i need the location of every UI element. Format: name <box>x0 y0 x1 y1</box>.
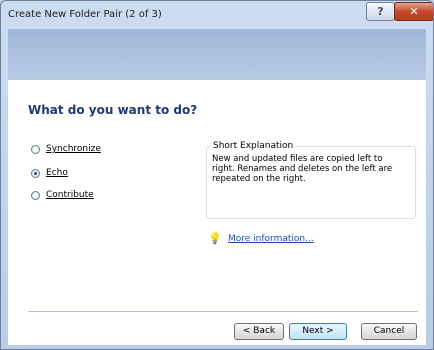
explanation-text: New and updated files are copied left to… <box>212 154 412 184</box>
header-banner <box>8 29 426 80</box>
radio-button-icon[interactable] <box>31 144 40 154</box>
radio-label-echo: Echo <box>46 168 68 178</box>
radio-button-icon[interactable] <box>31 190 40 200</box>
radio-contribute[interactable]: Contribute <box>31 188 94 202</box>
window-title: Create New Folder Pair (2 of 3) <box>8 9 162 20</box>
radio-button-checked-icon[interactable] <box>31 168 40 178</box>
lightbulb-icon: 💡 <box>208 232 222 245</box>
radio-label-synchronize: Synchronize <box>46 144 101 154</box>
footer-divider <box>28 311 418 313</box>
help-button[interactable]: ? <box>366 2 395 21</box>
explanation-line: right. Renames and deletes on the left a… <box>212 164 393 174</box>
group-title: Short Explanation <box>211 141 296 151</box>
radio-echo[interactable]: Echo <box>31 166 68 180</box>
close-button[interactable]: ✕ <box>394 2 433 21</box>
dialog-client-area: What do you want to do? Synchronize Echo… <box>8 29 426 345</box>
explanation-line: New and updated files are copied left to <box>212 154 383 164</box>
title-bar[interactable]: Create New Folder Pair (2 of 3) ? ✕ <box>1 1 433 29</box>
radio-label-contribute: Contribute <box>46 190 94 200</box>
dialog-window: Create New Folder Pair (2 of 3) ? ✕ What… <box>0 0 434 350</box>
explanation-line: repeated on the right. <box>212 174 306 184</box>
next-button[interactable]: Next > <box>289 323 347 340</box>
page-heading: What do you want to do? <box>28 103 198 117</box>
cancel-button[interactable]: Cancel <box>361 323 417 340</box>
back-button[interactable]: < Back <box>234 323 284 340</box>
more-information-link[interactable]: More information... <box>228 234 314 244</box>
radio-synchronize[interactable]: Synchronize <box>31 142 101 156</box>
